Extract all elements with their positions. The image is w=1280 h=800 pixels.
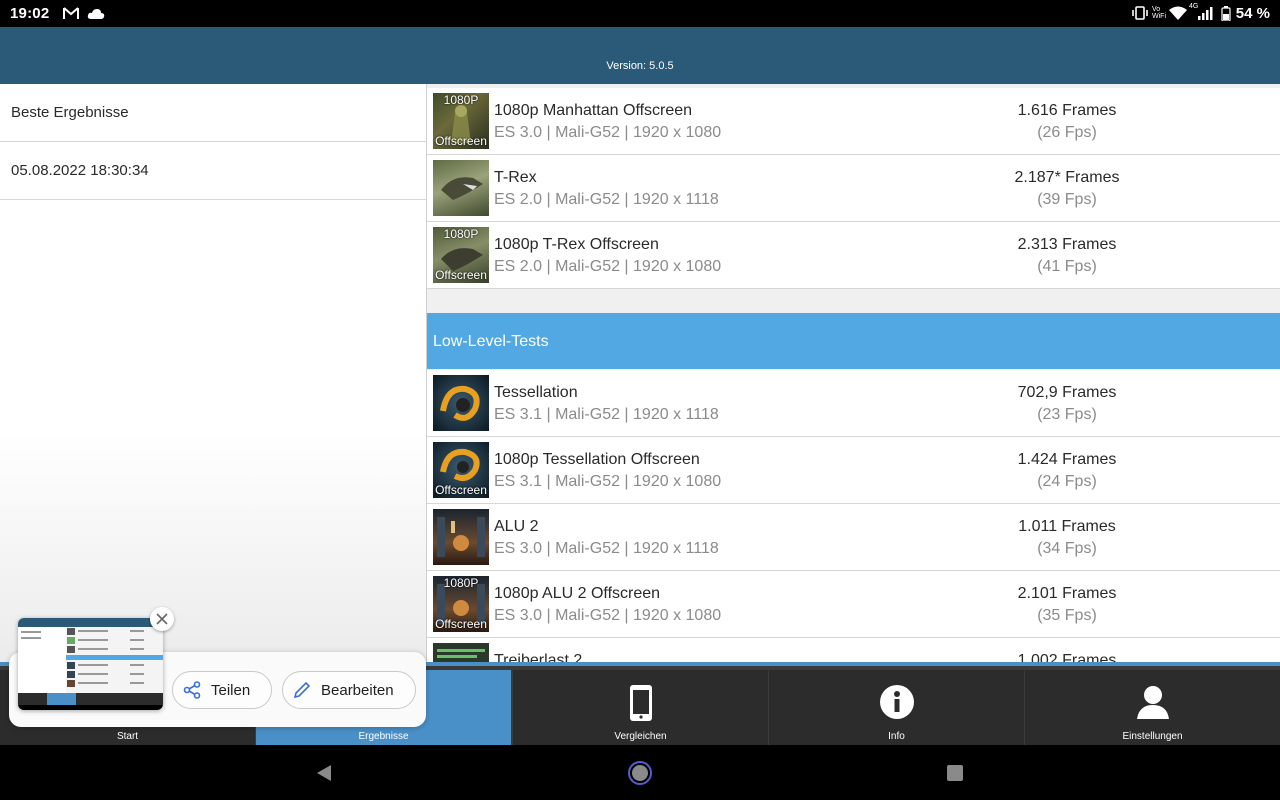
wifi-icon (1169, 6, 1187, 25)
test-score: 2.101 Frames (1017, 585, 1117, 602)
test-name: ALU 2 (494, 518, 539, 535)
thumb-label-top: 1080P (443, 227, 479, 241)
test-details: ES 2.0 | Mali-G52 | 1920 x 1080 (494, 258, 722, 275)
results-list[interactable]: 1080P Offscreen 1080p Manhattan Offscree… (427, 84, 1280, 665)
table-row[interactable]: Offscreen 1080p Tessellation Offscreen E… (427, 437, 1280, 504)
test-fps: (41 Fps) (1037, 258, 1097, 275)
test-name: 1080p Manhattan Offscreen (494, 102, 693, 119)
test-score: 2.187* Frames (1014, 169, 1120, 186)
user-icon (1135, 684, 1171, 725)
status-bar: 19:02 Vo WiFi 4G 54 % (0, 0, 1280, 27)
test-details: ES 3.1 | Mali-G52 | 1920 x 1080 (494, 473, 722, 490)
table-row[interactable]: T-Rex ES 2.0 | Mali-G52 | 1920 x 1118 2.… (427, 155, 1280, 222)
tessellation-offscreen-thumbnail: Offscreen (433, 442, 489, 498)
share-button[interactable]: Teilen (172, 671, 272, 709)
share-icon (183, 681, 201, 699)
test-details: ES 3.0 | Mali-G52 | 1920 x 1080 (494, 124, 722, 141)
4g-signal-icon (1197, 6, 1215, 25)
test-fps: (34 Fps) (1037, 540, 1097, 557)
table-row[interactable]: 1080P Offscreen 1080p ALU 2 Offscreen ES… (427, 571, 1280, 638)
pencil-icon (293, 681, 311, 699)
phone-icon (628, 684, 654, 727)
test-name: Tessellation (494, 384, 578, 401)
home-button-icon[interactable] (627, 760, 653, 791)
share-label: Teilen (211, 681, 251, 699)
tab-settings[interactable]: Einstellungen (1025, 670, 1280, 749)
battery-icon (1221, 6, 1231, 26)
results-sidebar: Beste Ergebnisse 05.08.2022 18:30:34 (0, 84, 427, 665)
vibrate-icon (1131, 6, 1149, 25)
test-score: 1.616 Frames (1017, 102, 1117, 119)
tab-label: Vergleichen (614, 731, 667, 742)
thumb-label-bottom: Offscreen (435, 134, 487, 148)
test-details: ES 2.0 | Mali-G52 | 1920 x 1118 (494, 191, 719, 208)
table-row[interactable]: Treiberlast 2 1.002 Frames (427, 638, 1280, 665)
section-header-low-level: Low-Level-Tests (427, 313, 1280, 369)
alu2-thumbnail (433, 509, 489, 565)
trex-offscreen-thumbnail: 1080P Offscreen (433, 227, 489, 283)
test-score: 2.313 Frames (1017, 236, 1117, 253)
alu2-offscreen-thumbnail: 1080P Offscreen (433, 576, 489, 632)
tab-label: Info (888, 731, 905, 742)
thumb-label-top: 1080P (443, 93, 479, 107)
clock: 19:02 (10, 5, 50, 22)
vowifi-icon: Vo WiFi (1152, 6, 1166, 20)
tab-label: Start (116, 731, 139, 742)
version-label: Version: 5.0.5 (606, 60, 674, 72)
thumb-label-bottom: Offscreen (435, 268, 487, 282)
battery-percent: 54 % (1235, 5, 1270, 22)
thumb-label-top: 1080P (443, 576, 479, 590)
test-fps: (26 Fps) (1037, 124, 1097, 141)
sidebar-item-best-results[interactable]: Beste Ergebnisse (0, 84, 426, 142)
screenshot-thumbnail[interactable] (18, 618, 163, 710)
sidebar-item-label: Beste Ergebnisse (11, 104, 129, 121)
sidebar-item-label: 05.08.2022 18:30:34 (11, 162, 149, 179)
table-row[interactable]: 1080P Offscreen 1080p Manhattan Offscree… (427, 88, 1280, 155)
test-fps: (23 Fps) (1037, 406, 1097, 423)
back-icon[interactable] (315, 764, 333, 787)
tessellation-thumbnail (433, 375, 489, 431)
test-details: ES 3.0 | Mali-G52 | 1920 x 1118 (494, 540, 719, 557)
app-header: Version: 5.0.5 (0, 27, 1280, 84)
gmail-icon (62, 5, 80, 26)
thumb-label-bottom: Offscreen (435, 617, 487, 631)
table-row[interactable]: Tessellation ES 3.1 | Mali-G52 | 1920 x … (427, 370, 1280, 437)
table-row[interactable]: 1080P Offscreen 1080p T-Rex Offscreen ES… (427, 222, 1280, 289)
edit-label: Bearbeiten (321, 681, 394, 699)
tab-label: Einstellungen (1122, 731, 1183, 742)
recents-icon[interactable] (946, 764, 964, 787)
tab-info[interactable]: Info (769, 670, 1024, 749)
test-fps: (39 Fps) (1037, 191, 1097, 208)
test-name: 1080p ALU 2 Offscreen (494, 585, 661, 602)
close-icon[interactable] (150, 607, 174, 631)
test-details: ES 3.0 | Mali-G52 | 1920 x 1080 (494, 607, 722, 624)
test-score: 702,9 Frames (1017, 384, 1117, 401)
test-name: 1080p T-Rex Offscreen (494, 236, 659, 253)
tab-label: Ergebnisse (358, 731, 409, 742)
test-score: 1.011 Frames (1018, 518, 1116, 535)
sidebar-item-result-date[interactable]: 05.08.2022 18:30:34 (0, 142, 426, 200)
test-name: T-Rex (494, 169, 537, 186)
system-navigation-bar (0, 745, 1280, 800)
edit-button[interactable]: Bearbeiten (282, 671, 416, 709)
test-fps: (24 Fps) (1037, 473, 1097, 490)
manhattan-thumbnail: 1080P Offscreen (433, 93, 489, 149)
thumb-label-bottom: Offscreen (435, 483, 487, 497)
table-row[interactable]: ALU 2 ES 3.0 | Mali-G52 | 1920 x 1118 1.… (427, 504, 1280, 571)
trex-thumbnail (433, 160, 489, 216)
section-title: Low-Level-Tests (433, 333, 549, 350)
cloud-icon (87, 7, 105, 25)
tab-compare[interactable]: Vergleichen (513, 670, 768, 749)
test-details: ES 3.1 | Mali-G52 | 1920 x 1118 (494, 406, 719, 423)
test-fps: (35 Fps) (1037, 607, 1097, 624)
info-icon (879, 684, 915, 725)
test-score: 1.424 Frames (1017, 451, 1117, 468)
test-name: 1080p Tessellation Offscreen (494, 451, 700, 468)
